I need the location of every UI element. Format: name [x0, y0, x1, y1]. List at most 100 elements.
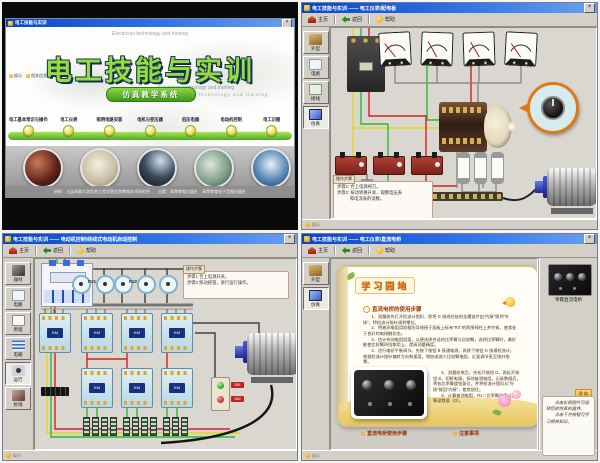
sidebar-item-equipment[interactable]: 器材	[5, 262, 31, 285]
menu-item-low-voltage[interactable]: 低压电器	[170, 117, 211, 136]
starting-resistor	[141, 417, 148, 436]
motor-base	[251, 377, 293, 383]
stop-button[interactable]	[217, 396, 224, 403]
starting-resistor	[150, 417, 157, 436]
back-icon	[342, 16, 350, 23]
menu-button-icon[interactable]	[23, 125, 34, 136]
sidebar-item-principle[interactable]: 原理	[5, 312, 31, 335]
menu-item-basics[interactable]: 电工基本常识与操作	[8, 117, 49, 136]
close-button[interactable]: ×	[584, 3, 595, 13]
titlebar[interactable]: 电工技能与实训 —— 电工仪表\直流电桥 ×	[302, 234, 597, 244]
sidebar-item-run[interactable]: 运行	[5, 362, 31, 385]
help-button[interactable]: 帮助	[74, 246, 99, 255]
photo-motor	[194, 148, 234, 188]
operation-steps: 步骤1 合上电源开关。 步骤2 按动按钮，进行运行操作。	[183, 271, 289, 299]
link-precautions[interactable]: 注意事项	[453, 430, 479, 437]
help-button[interactable]: 帮助	[373, 15, 398, 24]
quick-links: 娱乐 相关信息	[9, 73, 47, 79]
steps-tab: 操作步骤	[183, 265, 205, 274]
smiley-icon	[9, 74, 13, 78]
close-button[interactable]: ×	[584, 234, 595, 244]
bullet-icon	[453, 432, 457, 436]
flower-decoration	[498, 394, 511, 407]
menu-button-icon[interactable]	[185, 125, 196, 136]
sidebar-item-wiring[interactable]: 接线	[303, 81, 329, 104]
contactor: KM	[39, 313, 71, 353]
menu-button-icon[interactable]	[63, 125, 74, 136]
related-info-link[interactable]: 相关信息	[26, 73, 47, 79]
monitor-icon	[309, 109, 322, 120]
home-icon	[308, 247, 316, 254]
knob	[384, 380, 394, 390]
sidebar-item-appearance[interactable]: 外型	[303, 262, 329, 285]
help-icon	[376, 247, 383, 254]
sidebar-item-simulation[interactable]: 仿真	[303, 106, 329, 129]
menu-item-lighting[interactable]: 照明电路安装	[89, 117, 130, 136]
sidebar-item-circuit[interactable]: 电路	[5, 287, 31, 310]
menu-item-motors-transformers[interactable]: 电机与变压器	[130, 117, 171, 136]
titlebar[interactable]: 电工技能与实训 —— 电动机控制\绕线式电动机启动控制 ×	[3, 234, 297, 244]
close-button[interactable]: ×	[284, 234, 295, 244]
knob	[362, 380, 372, 390]
sidebar-item-circuit[interactable]: 电路	[303, 56, 329, 79]
back-button[interactable]: 返回	[40, 246, 66, 255]
sidebar-item-panel[interactable]: 电箱	[5, 337, 31, 360]
sidebar-item-appearance[interactable]: 外型	[303, 31, 329, 54]
knob	[406, 380, 416, 390]
menu-button-icon[interactable]	[266, 125, 277, 136]
start-button[interactable]	[217, 382, 224, 389]
menu-item-motor-control[interactable]: 电动机控制	[211, 117, 252, 136]
menu-item-instruments[interactable]: 电工仪表	[49, 117, 90, 136]
fuse-link	[474, 152, 487, 184]
terminal	[351, 38, 356, 43]
home-button[interactable]: 主页	[305, 15, 331, 24]
menu-button-icon[interactable]	[145, 125, 156, 136]
motor-body	[547, 168, 597, 206]
smiley-icon[interactable]	[305, 222, 310, 227]
panel-icon	[12, 340, 25, 351]
home-icon	[308, 16, 316, 23]
quick-link-label: 相关信息	[31, 73, 47, 79]
link-usage-steps[interactable]: 直流电桥使用步骤	[361, 430, 407, 437]
entertainment-link[interactable]: 娱乐	[9, 73, 22, 79]
back-button[interactable]: 返回	[339, 246, 365, 255]
menu-button-icon[interactable]	[104, 125, 115, 136]
menu-item-drawing-reading[interactable]: 电工识图	[251, 117, 292, 136]
toolbar: 主页 返回 帮助	[302, 13, 597, 27]
home-button[interactable]: 主页	[6, 246, 32, 255]
smiley-icon[interactable]	[305, 453, 310, 458]
schematic-icon	[12, 315, 25, 326]
fuse-holder	[96, 275, 115, 294]
help-button[interactable]: 帮助	[373, 246, 398, 255]
menu-button-icon[interactable]	[226, 125, 237, 136]
analog-meter	[462, 31, 495, 66]
titlebar[interactable]: 电工技能与实训 —— 电工仪表\配电板 ×	[302, 3, 597, 13]
device-thumbnail[interactable]	[548, 264, 592, 296]
learning-garden-badge: 学习园地	[355, 277, 415, 294]
switch-handle[interactable]	[359, 62, 373, 71]
rotary-knob[interactable]	[541, 96, 565, 120]
duck-decoration	[505, 297, 515, 307]
screenshot-learning-page: 电工技能与实训 —— 电工仪表\直流电桥 × 主页 返回 帮助 外型 仿真 学习…	[301, 233, 598, 461]
back-button[interactable]: 返回	[339, 15, 365, 24]
step-line: 步骤2 按动按钮，进行运行操作。	[187, 280, 285, 286]
fuse-holder	[114, 275, 133, 294]
learning-page: 学习园地 直流电桥的使用步骤 1．测量前先打开检流计锁扣，即将 G 接线柱处的金…	[337, 265, 538, 427]
smiley-icon[interactable]	[6, 453, 11, 458]
app-icon	[304, 236, 310, 242]
titlebar[interactable]: 电工技能与实训 ×	[6, 19, 294, 27]
switch-knob[interactable]	[507, 122, 516, 131]
sidebar-item-unwire[interactable]: 拆线	[5, 387, 31, 410]
photo-component	[137, 148, 177, 188]
changeover-switch[interactable]	[439, 102, 487, 152]
quick-link-label: 娱乐	[14, 73, 22, 79]
toolbar-separator	[334, 15, 336, 24]
terminal-row	[442, 107, 484, 113]
dc-bridge-photo	[351, 367, 427, 419]
photo-meter	[80, 148, 120, 188]
help-icon	[376, 16, 383, 23]
home-button[interactable]: 主页	[305, 246, 331, 255]
sidebar-item-simulation[interactable]: 仿真	[303, 287, 329, 310]
flower-decoration	[512, 390, 521, 399]
window-title: 电工技能与实训 —— 电工仪表\直流电桥	[312, 236, 582, 243]
